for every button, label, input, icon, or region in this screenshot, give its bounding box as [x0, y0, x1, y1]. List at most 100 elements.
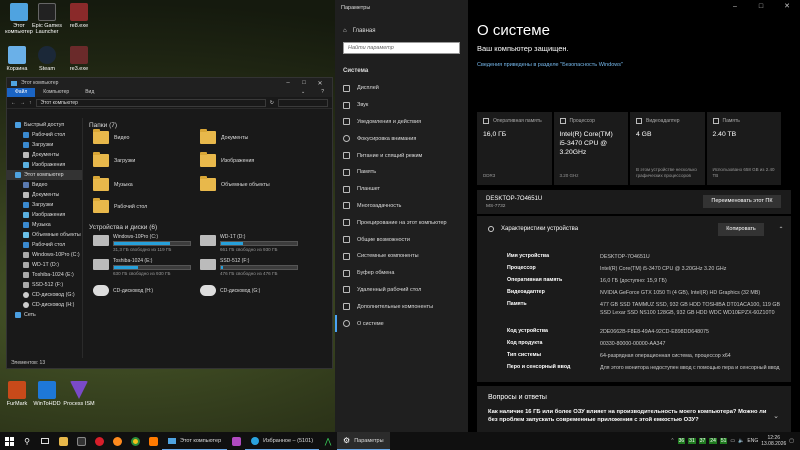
nav-item[interactable]: Загрузки [7, 200, 82, 210]
taskbar-explorer[interactable] [54, 432, 72, 450]
nav-item-this-pc[interactable]: Этот компьютер [7, 170, 82, 180]
section-header-folders[interactable]: Папки (7) [89, 122, 328, 129]
nav-item[interactable]: SSD-512 (F:) [7, 280, 82, 290]
search-button[interactable]: ⚲ [18, 432, 36, 450]
folder-item[interactable]: Музыка [93, 176, 133, 191]
rename-pc-button[interactable]: Переименовать этот ПК [703, 195, 781, 208]
nav-item[interactable]: Сеть [7, 310, 82, 320]
taskbar-chrome[interactable] [126, 432, 144, 450]
taskbar-app-settings[interactable]: ⚙ Параметры [337, 432, 390, 450]
desktop-icon-recycle-bin[interactable]: Корзина [0, 46, 34, 72]
drive-item[interactable]: WD-1T (D:) 661 ГБ свободно из 930 ГБ [200, 234, 298, 252]
network-icon[interactable]: ▭ [730, 438, 735, 444]
device-specs-header[interactable]: Характеристики устройства Копировать ⌃ [477, 216, 791, 242]
folder-item[interactable]: Рабочий стол [93, 198, 147, 213]
maximize-button[interactable]: □ [296, 80, 312, 86]
drive-item[interactable]: CD-дисковод (H:) [93, 284, 153, 296]
nav-item[interactable]: CD-дисковод (H:) [7, 300, 82, 310]
taskbar-app-icon[interactable] [227, 432, 245, 450]
nav-item[interactable]: Рабочий стол [7, 240, 82, 250]
settings-item-about[interactable]: О системе [335, 315, 468, 332]
nav-item[interactable]: CD-дисковод (G:) [7, 290, 82, 300]
desktop-icon-re3[interactable]: re3.exe [62, 46, 96, 72]
nav-item[interactable]: Рабочий стол [7, 130, 82, 140]
up-icon[interactable]: ↑ [29, 100, 32, 106]
nav-item[interactable]: Объемные объекты [7, 230, 82, 240]
taskbar-app-telegram[interactable]: Избранное – (5101) [245, 432, 320, 450]
settings-item-focus[interactable]: Фокусировка внимания [335, 130, 468, 147]
desktop-icon-furmark[interactable]: FurMark [0, 381, 34, 407]
tray-temp[interactable]: 51 [719, 438, 728, 444]
nav-item[interactable]: Загрузки [7, 140, 82, 150]
desktop-icon-process-ism[interactable]: Process ISM [62, 381, 96, 407]
desktop-icon-epic-games[interactable]: Epic Games Launcher [30, 3, 64, 35]
start-button[interactable] [0, 432, 18, 450]
settings-item-components[interactable]: Системные компоненты [335, 248, 468, 265]
language-indicator[interactable]: ENG [747, 438, 758, 444]
close-button[interactable]: ✕ [312, 80, 328, 87]
folder-item[interactable]: Видео [93, 129, 129, 144]
settings-search-input[interactable]: Найти параметр [343, 42, 460, 54]
folder-item[interactable]: Изображения [200, 152, 254, 167]
taskbar-app-icon[interactable]: ⋀ [319, 432, 337, 450]
tab-file[interactable]: Файл [7, 88, 36, 97]
nav-item[interactable]: Изображения [7, 210, 82, 220]
tray-temp[interactable]: 24 [709, 438, 717, 444]
nav-item[interactable]: Toshiba-1024 (E:) [7, 270, 82, 280]
desktop-icon-steam[interactable]: Steam [30, 46, 64, 72]
settings-item-projecting[interactable]: Проецирование на этот компьютер [335, 214, 468, 231]
drive-item[interactable]: Windows-10Pro (C:) 31,3 ГБ свободно из 11… [93, 234, 191, 252]
nav-item[interactable]: Документы [7, 150, 82, 160]
volume-icon[interactable]: 🔈 [738, 438, 744, 444]
chevron-down-icon[interactable]: ⌄ [293, 88, 313, 97]
nav-item[interactable]: Windows-10Pro (C:) [7, 250, 82, 260]
taskbar-opera[interactable] [90, 432, 108, 450]
tray-temp[interactable]: 37 [698, 438, 707, 444]
settings-item-tablet[interactable]: Планшет [335, 181, 468, 198]
settings-item-multitasking[interactable]: Многозадачность [335, 198, 468, 215]
settings-item-notifications[interactable]: Уведомления и действия [335, 114, 468, 131]
security-link[interactable]: Сведения приведены в разделе "Безопаснос… [477, 62, 627, 69]
taskbar-firefox[interactable] [108, 432, 126, 450]
nav-item[interactable]: Быстрый доступ [7, 120, 82, 130]
taskbar-terminal[interactable] [72, 432, 90, 450]
back-icon[interactable]: ← [11, 100, 16, 106]
drive-item[interactable]: SSD-512 (F:) 476 ГБ свободно из 476 ГБ [200, 258, 298, 276]
explorer-titlebar[interactable]: Этот компьютер – □ ✕ [7, 78, 332, 88]
copy-button[interactable]: Копировать [718, 222, 764, 236]
chevron-up-icon[interactable]: ⌃ [670, 438, 674, 444]
settings-item-storage[interactable]: Память [335, 164, 468, 181]
taskbar-app-this-pc[interactable]: Этот компьютер [162, 432, 228, 450]
chevron-down-icon[interactable]: ⌄ [773, 412, 779, 420]
tab-view[interactable]: Вид [77, 88, 102, 97]
search-input[interactable] [278, 98, 328, 107]
section-header-drives[interactable]: Устройства и диски (6) [89, 224, 157, 231]
folder-item[interactable]: Объемные объекты [200, 176, 270, 191]
minimize-button[interactable]: – [280, 80, 296, 86]
folder-item[interactable]: Загрузки [93, 152, 135, 167]
nav-item[interactable]: Музыка [7, 220, 82, 230]
nav-item[interactable]: Изображения [7, 160, 82, 170]
desktop-icon-re8[interactable]: re8.exe [62, 3, 96, 29]
tray-temp[interactable]: 31 [688, 438, 696, 444]
clock[interactable]: 12:26 13.08.2026 [761, 435, 786, 447]
close-button[interactable]: ✕ [774, 0, 800, 14]
tab-computer[interactable]: Компьютер [35, 88, 77, 97]
folder-item[interactable]: Документы [200, 129, 248, 144]
settings-home-link[interactable]: ⌂ Главная [335, 16, 468, 34]
drive-item[interactable]: Toshiba-1024 (E:) 630 ГБ свободно из 930 … [93, 258, 191, 276]
maximize-button[interactable]: □ [748, 0, 774, 14]
nav-item[interactable]: Видео [7, 180, 82, 190]
task-view-button[interactable] [36, 432, 54, 450]
notification-icon[interactable]: ▢ [789, 438, 794, 444]
faq-question[interactable]: Как наличие 16 ГБ или более ОЗУ влияет н… [488, 408, 768, 424]
drive-item[interactable]: CD-дисковод (G:) [200, 284, 260, 296]
settings-item-shared[interactable]: Общие возможности [335, 231, 468, 248]
minimize-button[interactable]: – [722, 0, 748, 14]
refresh-icon[interactable]: ↻ [270, 100, 274, 106]
taskbar-media[interactable] [144, 432, 162, 450]
forward-icon[interactable]: → [20, 100, 25, 106]
settings-item-power[interactable]: Питание и спящий режим [335, 147, 468, 164]
nav-item[interactable]: WD-1T (D:) [7, 260, 82, 270]
settings-item-remote-desktop[interactable]: Удаленный рабочий стол [335, 282, 468, 299]
